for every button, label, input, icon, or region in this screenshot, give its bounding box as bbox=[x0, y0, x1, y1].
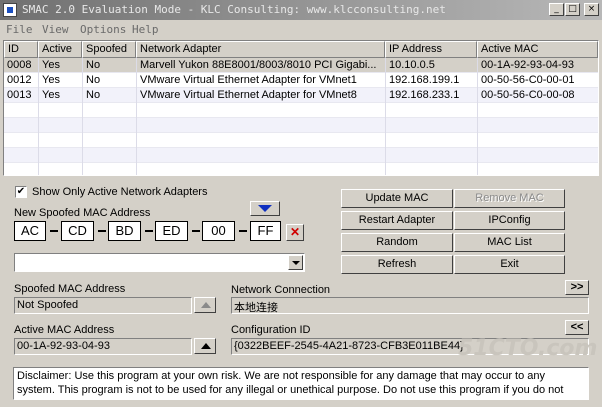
column-divider bbox=[477, 58, 478, 175]
title-bar: SMAC 2.0 Evaluation Mode - KLC Consultin… bbox=[0, 0, 602, 20]
minimize-button[interactable]: _ bbox=[549, 3, 564, 16]
network-connection-field: 本地连接 bbox=[231, 297, 589, 314]
column-divider bbox=[385, 58, 386, 175]
table-row-empty bbox=[4, 118, 598, 133]
mac-octet-2[interactable]: CD bbox=[61, 221, 94, 241]
table-row[interactable]: 0008 Yes No Marvell Yukon 88E8001/8003/8… bbox=[4, 58, 598, 73]
col-header-ip-address[interactable]: IP Address bbox=[385, 41, 477, 58]
refresh-button[interactable]: Refresh bbox=[341, 255, 453, 274]
cell-adapter: Marvell Yukon 88E8001/8003/8010 PCI Giga… bbox=[140, 59, 377, 71]
cell-ip: 10.10.0.5 bbox=[389, 59, 435, 71]
show-active-checkbox[interactable]: ✔ bbox=[15, 186, 27, 198]
arrow-up-icon bbox=[201, 302, 211, 308]
arrow-down-icon bbox=[258, 205, 272, 212]
network-connection-label: Network Connection bbox=[231, 284, 331, 296]
copy-spoofed-mac-button[interactable] bbox=[194, 297, 216, 313]
column-divider bbox=[136, 58, 137, 175]
col-header-active[interactable]: Active bbox=[38, 41, 82, 58]
dash-separator bbox=[239, 230, 247, 232]
watermark-logo: 51CTO.com bbox=[458, 336, 598, 361]
restart-adapter-button[interactable]: Restart Adapter bbox=[341, 211, 453, 230]
spoofed-mac-field: Not Spoofed bbox=[14, 297, 192, 314]
cell-active: Yes bbox=[42, 74, 60, 86]
col-header-id[interactable]: ID bbox=[4, 41, 38, 58]
menu-file[interactable]: File bbox=[6, 23, 33, 36]
cell-adapter: VMware Virtual Ethernet Adapter for VMne… bbox=[140, 89, 357, 101]
remove-mac-button[interactable]: Remove MAC bbox=[454, 189, 565, 208]
cell-active: Yes bbox=[42, 89, 60, 101]
cell-spoofed: No bbox=[86, 74, 101, 86]
copy-active-mac-button[interactable] bbox=[194, 338, 216, 354]
mac-list-button[interactable]: MAC List bbox=[454, 233, 565, 252]
menu-view[interactable]: View bbox=[42, 23, 69, 36]
cell-mac: 00-50-56-C0-00-08 bbox=[481, 89, 575, 101]
cell-active: Yes bbox=[42, 59, 60, 71]
vendor-dropdown-button[interactable] bbox=[250, 201, 280, 216]
new-mac-label: New Spoofed MAC Address bbox=[14, 207, 151, 219]
column-divider bbox=[82, 58, 83, 175]
cell-spoofed: No bbox=[86, 89, 101, 101]
configuration-id-label: Configuration ID bbox=[231, 324, 311, 336]
col-header-spoofed[interactable]: Spoofed bbox=[82, 41, 136, 58]
clear-mac-button[interactable]: ✕ bbox=[286, 224, 304, 241]
mac-octet-4[interactable]: ED bbox=[155, 221, 188, 241]
app-icon[interactable] bbox=[3, 3, 17, 17]
table-row-empty bbox=[4, 148, 598, 163]
mac-octet-3[interactable]: BD bbox=[108, 221, 141, 241]
mac-octet-1[interactable]: AC bbox=[14, 221, 46, 241]
disclaimer-text: Disclaimer: Use this program at your own… bbox=[13, 367, 589, 400]
adapter-table[interactable]: ID Active Spoofed Network Adapter IP Add… bbox=[3, 40, 599, 176]
checkmark-icon: ✔ bbox=[16, 186, 26, 197]
show-active-label[interactable]: Show Only Active Network Adapters bbox=[32, 186, 207, 198]
cell-mac: 00-50-56-C0-00-01 bbox=[481, 74, 575, 86]
expand-network-button[interactable]: >> bbox=[565, 280, 589, 295]
active-mac-label: Active MAC Address bbox=[14, 324, 115, 336]
mac-octet-5[interactable]: 00 bbox=[202, 221, 235, 241]
table-row[interactable]: 0013 Yes No VMware Virtual Ethernet Adap… bbox=[4, 88, 598, 103]
ipconfig-button[interactable]: IPConfig bbox=[454, 211, 565, 230]
collapse-config-button[interactable]: << bbox=[565, 320, 589, 335]
cell-spoofed: No bbox=[86, 59, 101, 71]
cell-mac: 00-1A-92-93-04-93 bbox=[481, 59, 574, 71]
exit-button[interactable]: Exit bbox=[454, 255, 565, 274]
cell-id: 0013 bbox=[7, 89, 32, 101]
update-mac-button[interactable]: Update MAC bbox=[341, 189, 453, 208]
dash-separator bbox=[192, 230, 200, 232]
chevron-down-icon bbox=[292, 261, 300, 265]
close-button[interactable]: × bbox=[584, 3, 599, 16]
table-row-empty bbox=[4, 133, 598, 148]
col-header-network-adapter[interactable]: Network Adapter bbox=[136, 41, 385, 58]
col-header-active-mac[interactable]: Active MAC bbox=[477, 41, 598, 58]
arrow-up-icon bbox=[201, 343, 211, 349]
menu-bar: File View Options Help bbox=[0, 21, 602, 38]
active-mac-field: 00-1A-92-93-04-93 bbox=[14, 338, 192, 355]
random-button[interactable]: Random bbox=[341, 233, 453, 252]
select-dropdown-button[interactable] bbox=[288, 255, 303, 270]
table-row-empty bbox=[4, 163, 598, 175]
dash-separator bbox=[145, 230, 153, 232]
cell-ip: 192.168.233.1 bbox=[389, 89, 460, 101]
table-header: ID Active Spoofed Network Adapter IP Add… bbox=[4, 41, 598, 58]
cell-ip: 192.168.199.1 bbox=[389, 74, 460, 86]
x-icon: ✕ bbox=[289, 225, 301, 239]
mac-octet-6[interactable]: FF bbox=[250, 221, 281, 241]
dash-separator bbox=[98, 230, 106, 232]
table-row-empty bbox=[4, 103, 598, 118]
dash-separator bbox=[50, 230, 58, 232]
menu-options[interactable]: Options bbox=[80, 23, 126, 36]
maximize-button[interactable]: □ bbox=[565, 3, 580, 16]
vendor-select[interactable] bbox=[14, 253, 305, 272]
spoofed-mac-label: Spoofed MAC Address bbox=[14, 283, 126, 295]
cell-adapter: VMware Virtual Ethernet Adapter for VMne… bbox=[140, 74, 357, 86]
menu-help[interactable]: Help bbox=[132, 23, 159, 36]
cell-id: 0008 bbox=[7, 59, 32, 71]
column-divider bbox=[38, 58, 39, 175]
window-title: SMAC 2.0 Evaluation Mode - KLC Consultin… bbox=[22, 3, 446, 16]
table-row[interactable]: 0012 Yes No VMware Virtual Ethernet Adap… bbox=[4, 73, 598, 88]
cell-id: 0012 bbox=[7, 74, 32, 86]
